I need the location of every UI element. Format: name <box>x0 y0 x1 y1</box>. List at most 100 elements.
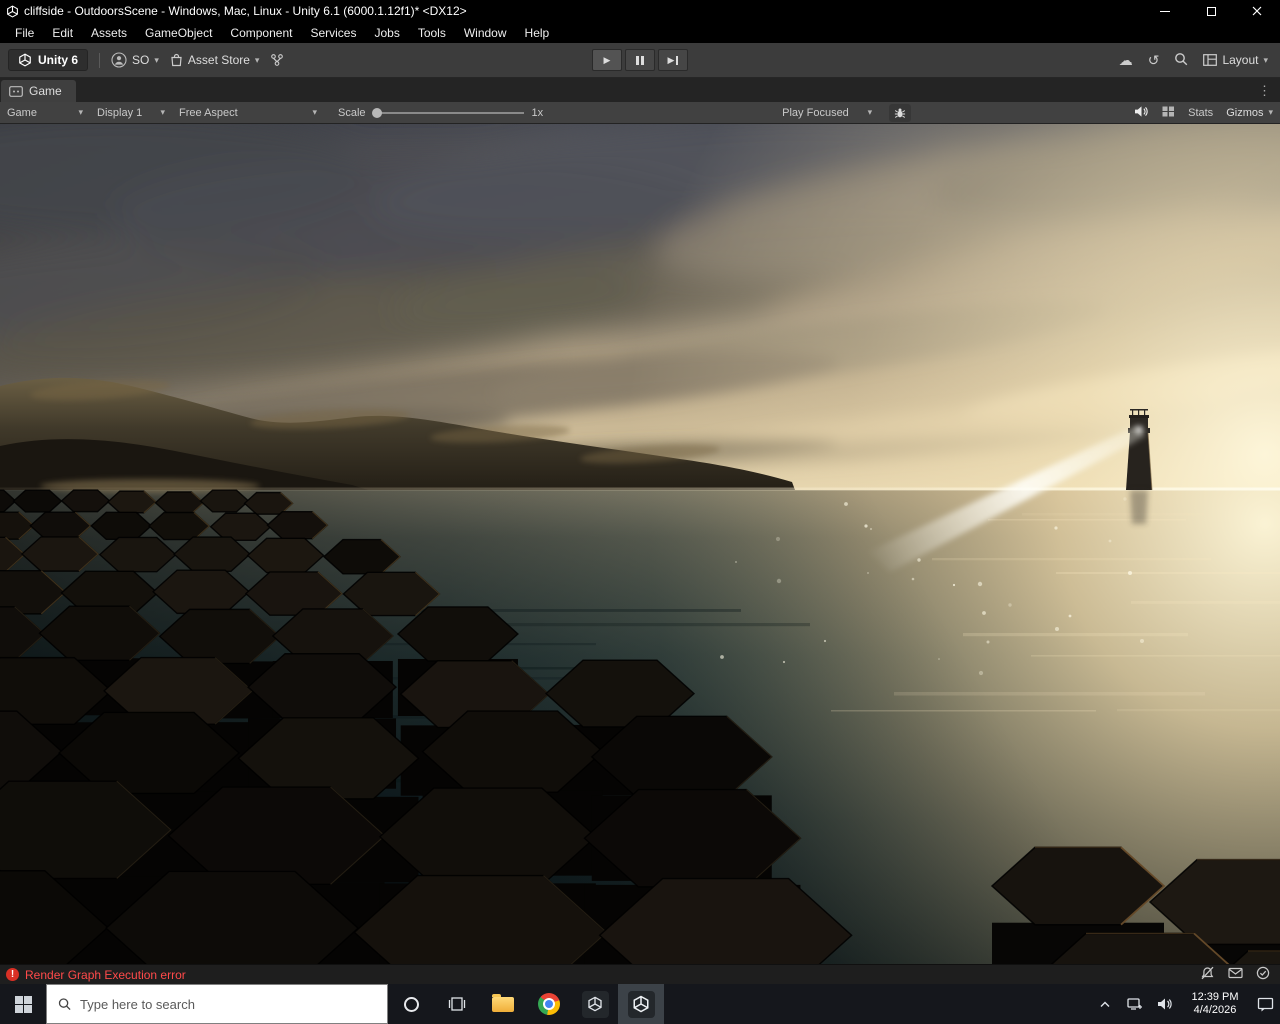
file-explorer-button[interactable] <box>480 984 526 1024</box>
close-icon <box>1252 6 1262 16</box>
step-button[interactable]: ▶ <box>658 49 688 71</box>
chevron-down-icon: ▾ <box>154 55 159 66</box>
menu-tools[interactable]: Tools <box>409 22 455 43</box>
gizmos-dropdown[interactable]: Gizmos▾ <box>1226 107 1273 119</box>
taskbar-clock[interactable]: 12:39 PM 4/4/2026 <box>1180 984 1250 1024</box>
view-tab-bar: Game ⋮ <box>0 78 1280 102</box>
window-title: cliffside - OutdoorsScene - Windows, Mac… <box>24 4 467 18</box>
status-bar: ! Render Graph Execution error <box>0 964 1280 984</box>
search-icon <box>58 997 71 1011</box>
progress-check-icon[interactable] <box>1256 966 1270 983</box>
scale-slider-knob[interactable] <box>372 108 382 118</box>
task-view-button[interactable] <box>434 984 480 1024</box>
tab-options-kebab-icon[interactable]: ⋮ <box>1258 83 1280 102</box>
collab-mail-icon[interactable] <box>1228 967 1243 982</box>
chrome-button[interactable] <box>526 984 572 1024</box>
pause-icon <box>636 56 644 65</box>
chevron-down-icon: ▾ <box>78 107 83 118</box>
taskbar-search-input[interactable] <box>80 997 376 1012</box>
play-button[interactable]: ▶ <box>592 49 622 71</box>
stats-button[interactable]: Stats <box>1188 107 1213 119</box>
aspect-ratio-dropdown[interactable]: Free Aspect▾ <box>172 102 324 123</box>
game-view-toolbar: Game▾ Display 1▾ Free Aspect▾ Scale 1x P… <box>0 102 1280 124</box>
maximize-button[interactable] <box>1188 0 1234 22</box>
unity-editor-button[interactable] <box>618 984 664 1024</box>
close-button[interactable] <box>1234 0 1280 22</box>
tab-game[interactable]: Game <box>1 80 76 102</box>
unity-window: cliffside - OutdoorsScene - Windows, Mac… <box>0 0 1280 1024</box>
account-dropdown[interactable]: SO▾ <box>111 52 159 68</box>
unity-hub-button[interactable] <box>572 984 618 1024</box>
menu-gameobject[interactable]: GameObject <box>136 22 221 43</box>
clock-date: 4/4/2026 <box>1194 1004 1237 1017</box>
asset-store-icon <box>170 53 183 67</box>
chevron-down-icon: ▾ <box>312 107 317 118</box>
speaker-icon <box>1157 997 1173 1011</box>
menu-edit[interactable]: Edit <box>43 22 82 43</box>
maximize-icon <box>1207 7 1216 16</box>
step-icon: ▶ <box>668 55 675 66</box>
unity-hub-icon <box>582 991 609 1018</box>
account-icon <box>111 52 127 68</box>
menu-window[interactable]: Window <box>455 22 516 43</box>
chevron-down-icon: ▾ <box>160 107 165 118</box>
status-message[interactable]: ! Render Graph Execution error <box>0 965 186 984</box>
menu-services[interactable]: Services <box>301 22 365 43</box>
menu-assets[interactable]: Assets <box>82 22 136 43</box>
version-control-button[interactable] <box>270 53 284 67</box>
menu-component[interactable]: Component <box>221 22 301 43</box>
chevron-down-icon: ▾ <box>868 107 873 118</box>
cloud-services-button[interactable]: ☁ <box>1119 53 1133 67</box>
game-view-dropdown[interactable]: Game▾ <box>0 102 90 123</box>
minimize-icon <box>1160 11 1170 12</box>
cortana-icon <box>404 997 419 1012</box>
minimize-button[interactable] <box>1142 0 1188 22</box>
play-focused-dropdown[interactable]: Play Focused▾ <box>775 102 879 123</box>
play-icon: ▶ <box>604 55 611 66</box>
version-control-icon <box>270 53 284 67</box>
undo-history-button[interactable]: ↺ <box>1148 53 1160 67</box>
display-dropdown[interactable]: Display 1▾ <box>90 102 172 123</box>
scale-value: 1x <box>532 107 544 119</box>
render-error-text: Render Graph Execution error <box>25 968 186 982</box>
scale-slider[interactable] <box>374 112 524 114</box>
game-viewport[interactable] <box>0 124 1280 964</box>
mute-notifications-icon[interactable] <box>1200 966 1215 983</box>
toolbar-separator <box>99 53 100 68</box>
clock-time: 12:39 PM <box>1191 991 1238 1004</box>
chevron-down-icon: ▾ <box>1268 107 1273 118</box>
chevron-up-icon <box>1099 1000 1111 1008</box>
main-toolbar: Unity 6 SO▾ Asset Store▾ ▶ ▶ ☁ ↺ <box>0 43 1280 78</box>
windows-taskbar: 12:39 PM 4/4/2026 <box>0 984 1280 1024</box>
search-button[interactable] <box>1174 52 1188 69</box>
layout-dropdown[interactable]: Layout▾ <box>1203 53 1268 67</box>
unity-version-badge[interactable]: Unity 6 <box>8 49 88 71</box>
scale-label: Scale <box>338 107 366 119</box>
menu-help[interactable]: Help <box>516 22 559 43</box>
menu-jobs[interactable]: Jobs <box>365 22 408 43</box>
debug-button[interactable] <box>889 104 911 122</box>
chevron-down-icon: ▾ <box>255 55 260 66</box>
tray-expand-button[interactable] <box>1090 984 1120 1024</box>
menu-file[interactable]: File <box>6 22 43 43</box>
taskbar-search[interactable] <box>46 984 388 1024</box>
title-bar: cliffside - OutdoorsScene - Windows, Mac… <box>0 0 1280 22</box>
folder-icon <box>492 997 514 1012</box>
game-tab-icon <box>9 86 23 97</box>
task-view-icon <box>447 996 467 1012</box>
speaker-icon <box>1134 105 1149 118</box>
unity-logo-icon <box>18 53 32 67</box>
unity-app-icon <box>0 5 24 18</box>
network-button[interactable] <box>1120 984 1150 1024</box>
volume-button[interactable] <box>1150 984 1180 1024</box>
cortana-button[interactable] <box>388 984 434 1024</box>
scale-control: Scale 1x <box>338 107 543 119</box>
pause-button[interactable] <box>625 49 655 71</box>
action-center-button[interactable] <box>1250 984 1280 1024</box>
notification-icon <box>1257 997 1274 1012</box>
start-button[interactable] <box>0 984 46 1024</box>
mute-audio-button[interactable] <box>1134 105 1149 121</box>
transport-controls: ▶ ▶ <box>592 49 688 71</box>
vsync-button[interactable] <box>1162 106 1175 120</box>
asset-store-dropdown[interactable]: Asset Store▾ <box>170 53 260 67</box>
